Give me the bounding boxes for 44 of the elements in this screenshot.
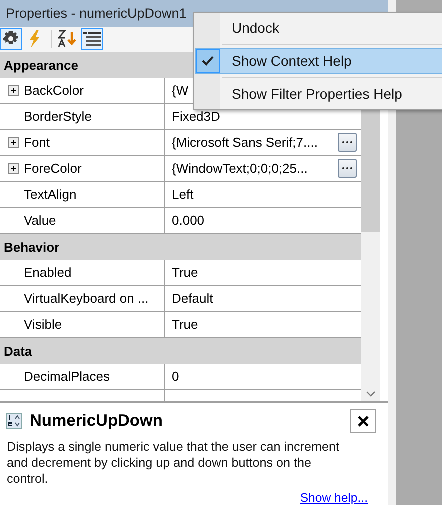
property-value[interactable]: {WindowText;0;0;0;25... xyxy=(172,161,308,176)
expand-icon[interactable] xyxy=(8,137,19,148)
ellipsis-icon xyxy=(342,141,353,144)
numeric-spinner-icon xyxy=(6,413,22,429)
expand-icon[interactable] xyxy=(8,85,19,96)
checkmark-icon xyxy=(202,56,214,66)
property-value[interactable]: 0.000 xyxy=(172,213,205,228)
close-button[interactable] xyxy=(350,409,376,433)
expand-icon[interactable] xyxy=(8,163,19,174)
property-name[interactable]: TextAlign xyxy=(24,187,77,202)
property-name[interactable]: Visible xyxy=(24,317,62,332)
sort-icon xyxy=(58,30,78,48)
close-icon xyxy=(358,416,368,426)
lightning-icon xyxy=(28,30,42,48)
property-value[interactable]: 0 xyxy=(172,369,180,384)
property-value[interactable]: Left xyxy=(172,187,194,202)
category-header[interactable]: Behavior xyxy=(0,234,361,260)
property-name[interactable]: BackColor xyxy=(24,83,84,98)
ellipsis-icon xyxy=(342,167,353,170)
help-title: NumericUpDown xyxy=(30,412,163,430)
property-name[interactable]: DecimalPlaces xyxy=(24,369,110,384)
property-name[interactable]: ForeColor xyxy=(24,161,82,176)
property-name[interactable]: Font xyxy=(24,135,50,150)
property-name[interactable]: Value xyxy=(24,213,56,228)
list-icon xyxy=(83,31,101,48)
property-name[interactable]: Enabled xyxy=(24,265,72,280)
property-value[interactable]: {Microsoft Sans Serif;7.... xyxy=(172,135,318,150)
chevron-down-icon[interactable] xyxy=(366,391,376,397)
property-value[interactable]: Fixed3D xyxy=(172,109,220,124)
property-value[interactable]: True xyxy=(172,317,198,332)
category-header[interactable]: Data xyxy=(0,338,361,364)
show-help-link[interactable]: Show help... xyxy=(300,491,368,505)
property-value[interactable]: True xyxy=(172,265,198,280)
ellipsis-button[interactable] xyxy=(338,133,357,152)
menu-item[interactable]: Show Filter Properties Help xyxy=(195,81,442,107)
property-value[interactable]: Default xyxy=(172,291,214,306)
toolbar-button[interactable] xyxy=(0,28,22,50)
property-name[interactable]: VirtualKeyboard on ... xyxy=(24,291,149,306)
property-value[interactable]: {W xyxy=(172,83,189,98)
menu-item[interactable]: Show Context Help xyxy=(195,48,442,74)
toolbar-button[interactable] xyxy=(81,28,103,50)
help-description: Displays a single numeric value that the user can increment and decrement by clicking up and down buttons on the control. xyxy=(7,439,340,487)
ellipsis-button[interactable] xyxy=(338,159,357,178)
property-name[interactable]: BorderStyle xyxy=(24,109,92,124)
